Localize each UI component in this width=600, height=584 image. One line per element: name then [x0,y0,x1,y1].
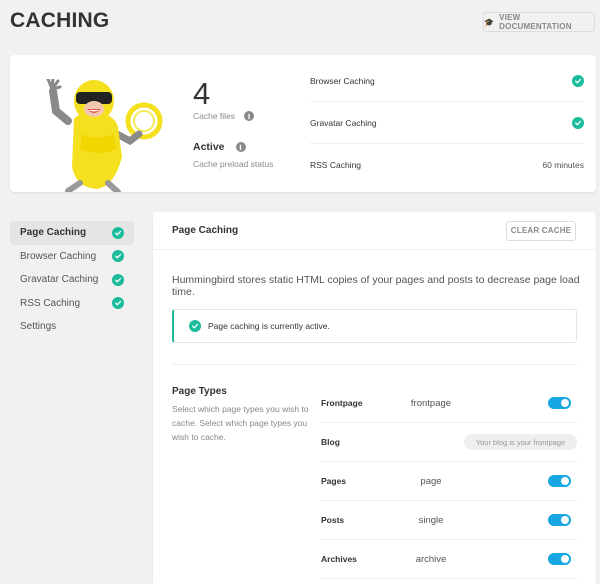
sidebar-item-browser-caching[interactable]: Browser Caching [10,245,134,269]
archives-toggle[interactable] [548,553,571,565]
sidebar-item-label: RSS Caching [20,297,81,309]
page-type-value: single [418,514,444,526]
page-type-name: Archives [321,554,357,564]
summary-status-list: Browser Caching Gravatar Caching RSS Cac… [310,60,584,186]
check-icon [112,250,124,263]
summary-row-gravatar-caching: Gravatar Caching [310,102,584,144]
page-type-row-blog: Blog Your blog is your frontpage [321,423,577,462]
sidebar-item-gravatar-caching[interactable]: Gravatar Caching [10,268,134,292]
page-type-name: Frontpage [321,398,363,408]
summary-row-label: Gravatar Caching [310,117,377,128]
pages-toggle[interactable] [548,475,571,487]
preload-status: Active [193,141,225,153]
check-icon [189,320,201,332]
info-icon[interactable]: i [244,111,255,121]
mascot-image [46,79,163,192]
check-icon [572,116,584,129]
check-icon [112,226,124,239]
view-documentation-button[interactable]: 🎓 VIEW DOCUMENTATION [483,12,595,32]
panel-header: Page Caching CLEAR CACHE [153,212,596,250]
page-type-name: Posts [321,515,345,525]
page-type-value: archive [415,553,447,565]
posts-toggle[interactable] [548,514,571,526]
page-type-row-archives: Archives archive [321,540,577,579]
notice-text: Page caching is currently active. [208,321,330,331]
preload-status-row: Active i [193,141,246,153]
page-type-name: Blog [321,437,340,447]
panel-description: Hummingbird stores static HTML copies of… [172,274,580,298]
rss-cache-duration: 60 minutes [542,160,584,170]
info-icon[interactable]: i [235,142,246,152]
cache-files-label-row: Cache files i [193,111,255,121]
blog-frontpage-note: Your blog is your frontpage [464,434,577,450]
summary-row-browser-caching: Browser Caching [310,60,584,102]
page-type-name: Pages [321,476,347,486]
preload-status-label: Cache preload status [193,159,274,169]
graduation-cap-icon: 🎓 [484,17,495,27]
frontpage-toggle[interactable] [548,397,571,409]
view-documentation-label: VIEW DOCUMENTATION [499,13,572,31]
sidebar-item-settings[interactable]: Settings [10,315,134,339]
page-type-row-frontpage: Frontpage frontpage [321,384,577,423]
status-notice: Page caching is currently active. [172,309,577,343]
sidebar-item-rss-caching[interactable]: RSS Caching [10,292,134,316]
divider [172,364,577,365]
page-types-description: Select which page types you wish to cach… [172,404,309,442]
page-caching-panel: Page Caching CLEAR CACHE Hummingbird sto… [153,212,596,584]
page-type-row-pages: Pages page [321,462,577,501]
page-types-list: Frontpage frontpage Blog Your blog is yo… [321,384,577,579]
page-type-row-posts: Posts single [321,501,577,540]
summary-row-rss-caching: RSS Caching 60 minutes [310,144,584,186]
sidebar-item-label: Gravatar Caching [20,274,99,286]
summary-row-label: RSS Caching [310,160,362,170]
sidebar-item-label: Page Caching [20,227,87,239]
cache-files-label: Cache files [193,111,236,121]
summary-row-label: Browser Caching [310,75,375,86]
check-icon [112,297,124,310]
panel-title: Page Caching [172,225,239,236]
page-title: CACHING [10,9,110,32]
page-type-value: frontpage [410,397,452,409]
sidebar: Page Caching Browser Caching Gravatar Ca… [10,221,134,339]
sidebar-item-label: Browser Caching [20,250,97,262]
summary-box: 4 Cache files i Active i Cache preload s… [10,55,596,192]
check-icon [112,273,124,286]
sidebar-item-label: Settings [20,321,57,333]
clear-cache-button[interactable]: CLEAR CACHE [506,220,576,241]
check-icon [572,74,584,87]
sidebar-item-page-caching[interactable]: Page Caching [10,221,134,245]
page-type-value: page [420,475,442,487]
page-types-title: Page Types [172,386,227,397]
cache-files-count: 4 [193,76,211,111]
